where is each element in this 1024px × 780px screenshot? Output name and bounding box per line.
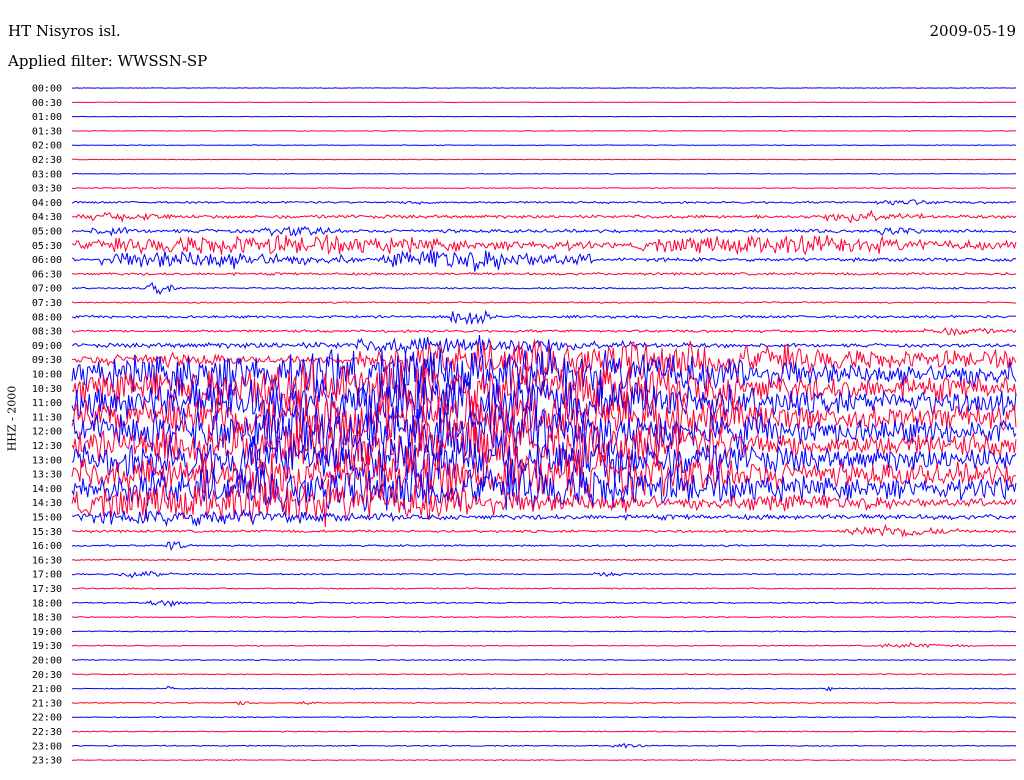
trace-row-2230 xyxy=(72,730,1017,733)
traces xyxy=(71,87,1017,762)
time-label-0400: 04:00 xyxy=(32,198,62,209)
time-label-0800: 08:00 xyxy=(32,312,62,323)
time-label-0330: 03:30 xyxy=(32,184,62,195)
trace-row-2030 xyxy=(71,673,1017,676)
time-label-0900: 09:00 xyxy=(32,341,62,352)
trace-row-0100 xyxy=(71,115,1017,118)
trace-row-0200 xyxy=(72,144,1017,147)
trace-row-1630 xyxy=(71,558,1017,562)
time-label-0130: 01:30 xyxy=(32,126,62,137)
time-label-2200: 22:00 xyxy=(32,713,62,724)
time-label-0630: 06:30 xyxy=(32,269,62,280)
trace-row-0230 xyxy=(71,158,1017,161)
time-label-0600: 06:00 xyxy=(32,255,62,266)
time-label-2030: 20:30 xyxy=(32,670,62,681)
time-label-1330: 13:30 xyxy=(32,470,62,481)
trace-row-1800 xyxy=(71,599,1016,608)
trace-row-0930 xyxy=(71,339,1017,382)
time-label-1830: 18:30 xyxy=(32,613,62,624)
trace-row-2000 xyxy=(71,658,1017,662)
time-label-1000: 10:00 xyxy=(32,370,62,381)
trace-row-2300 xyxy=(71,742,1017,749)
trace-row-2130 xyxy=(71,700,1016,706)
time-label-0700: 07:00 xyxy=(32,284,62,295)
time-label-1800: 18:00 xyxy=(32,598,62,609)
time-label-2000: 20:00 xyxy=(32,656,62,667)
time-label-0430: 04:30 xyxy=(32,212,62,223)
trace-row-0430 xyxy=(71,209,1017,224)
time-label-1030: 10:30 xyxy=(32,384,62,395)
trace-row-1500 xyxy=(71,508,1017,528)
time-label-1700: 17:00 xyxy=(32,570,62,581)
time-label-0100: 01:00 xyxy=(32,112,62,123)
time-label-1500: 15:00 xyxy=(32,513,62,524)
trace-row-0600 xyxy=(71,249,1017,272)
trace-row-1830 xyxy=(71,615,1016,619)
trace-row-0500 xyxy=(71,225,1017,237)
time-label-1630: 16:30 xyxy=(32,555,62,566)
trace-row-1930 xyxy=(71,641,1017,649)
time-label-0230: 02:30 xyxy=(32,155,62,166)
time-label-2330: 23:30 xyxy=(32,756,62,767)
time-label-0730: 07:30 xyxy=(32,298,62,309)
time-label-1530: 15:30 xyxy=(32,527,62,538)
trace-row-0830 xyxy=(71,327,1017,337)
time-label-0000: 00:00 xyxy=(32,84,62,95)
time-label-1130: 11:30 xyxy=(32,412,62,423)
trace-row-0000 xyxy=(72,87,1017,89)
time-label-2100: 21:00 xyxy=(32,684,62,695)
trace-row-0900 xyxy=(71,335,1017,355)
trace-row-0130 xyxy=(71,129,1016,132)
trace-row-2200 xyxy=(71,716,1017,719)
trace-row-0030 xyxy=(72,101,1017,104)
time-label-0030: 00:30 xyxy=(32,98,62,109)
helicorder-plot: 00:00 00:30 01:00 01:30 02:00 02:30 03:00 03:30… xyxy=(32,84,1017,767)
time-label-1600: 16:00 xyxy=(32,541,62,552)
trace-row-1530 xyxy=(71,523,1017,538)
trace-row-1900 xyxy=(71,630,1017,633)
time-label-2300: 23:00 xyxy=(32,741,62,752)
time-label-0530: 05:30 xyxy=(32,241,62,252)
time-label-2230: 22:30 xyxy=(32,727,62,738)
time-label-1300: 13:00 xyxy=(32,455,62,466)
time-label-0930: 09:30 xyxy=(32,355,62,366)
trace-row-1600 xyxy=(71,541,1017,551)
trace-row-0530 xyxy=(71,234,1017,256)
time-label-1930: 19:30 xyxy=(32,641,62,652)
trace-row-2330 xyxy=(71,759,1017,762)
trace-row-0730 xyxy=(71,301,1017,304)
trace-row-0630 xyxy=(71,271,1017,277)
time-label-1400: 14:00 xyxy=(32,484,62,495)
trace-row-0800 xyxy=(71,309,1016,326)
time-label-1430: 14:30 xyxy=(32,498,62,509)
time-label-1200: 12:00 xyxy=(32,427,62,438)
time-label-1900: 19:00 xyxy=(32,627,62,638)
time-label-1230: 12:30 xyxy=(32,441,62,452)
trace-row-2100 xyxy=(71,685,1017,692)
time-label-0500: 05:00 xyxy=(32,227,62,238)
time-label-1730: 17:30 xyxy=(32,584,62,595)
trace-row-0330 xyxy=(71,187,1017,190)
trace-row-0300 xyxy=(72,172,1017,175)
trace-row-0400 xyxy=(71,199,1017,206)
time-label-1100: 11:00 xyxy=(32,398,62,409)
trace-row-0700 xyxy=(72,282,1017,296)
time-label-2130: 21:30 xyxy=(32,698,62,709)
time-label-0200: 02:00 xyxy=(32,141,62,152)
time-label-0830: 08:30 xyxy=(32,327,62,338)
time-labels: 00:00 00:30 01:00 01:30 02:00 02:30 03:00 03:30… xyxy=(32,84,62,767)
trace-row-1700 xyxy=(71,570,1017,579)
time-label-0300: 03:00 xyxy=(32,169,62,180)
trace-row-1730 xyxy=(71,587,1017,590)
